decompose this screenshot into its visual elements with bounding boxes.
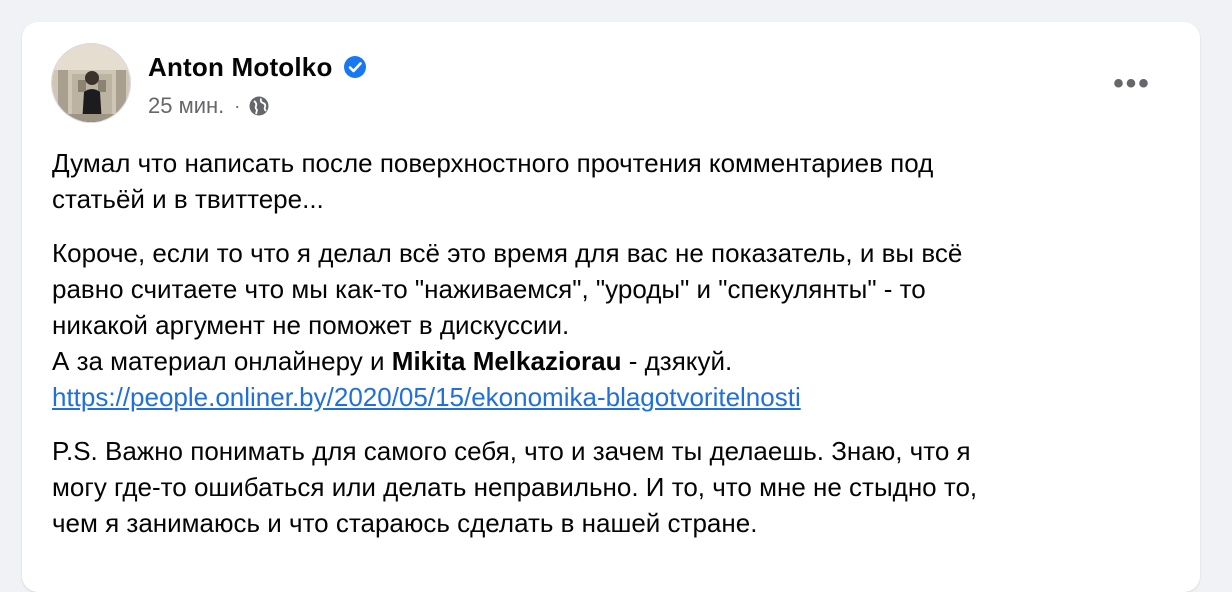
text-line: Думал что написать после поверхностного … (52, 148, 934, 178)
mention-link[interactable]: Mikita Melkaziorau (392, 346, 622, 376)
meta-separator: · (234, 95, 241, 116)
post-card: Anton Motolko 25 мин. · ••• Думал что на… (22, 22, 1200, 592)
more-horizontal-icon: ••• (1113, 67, 1151, 100)
post-timestamp[interactable]: 25 мин. (148, 93, 224, 119)
post-paragraph-2: Короче, если то что я делал всё это врем… (52, 235, 1152, 415)
globe-icon[interactable] (248, 95, 270, 117)
text-fragment: А за материал онлайнеру и (52, 346, 392, 376)
post-paragraph-3: P.S. Важно понимать для самого себя, что… (52, 433, 1152, 541)
article-link[interactable]: https://people.onliner.by/2020/05/15/eko… (52, 382, 801, 412)
post-body: Думал что написать после поверхностного … (52, 145, 1152, 559)
text-line-with-mention: А за материал онлайнеру и Mikita Melkazi… (52, 343, 1152, 379)
text-fragment: - дзякуй. (621, 346, 733, 376)
text-line: Короче, если то что я делал всё это врем… (52, 238, 963, 268)
verified-badge-icon (343, 55, 367, 79)
text-line: P.S. Важно понимать для самого себя, что… (52, 436, 971, 466)
avatar[interactable] (51, 43, 131, 123)
post-paragraph-1: Думал что написать после поверхностного … (52, 145, 1152, 217)
text-line: равно считаете что мы как-то "наживаемся… (52, 274, 926, 304)
post-meta: 25 мин. · (148, 92, 270, 120)
text-line: статьёй и в твиттере... (52, 184, 324, 214)
text-line: могу где-то ошибаться или делать неправи… (52, 472, 978, 502)
text-line: никакой аргумент не поможет в дискуссии. (52, 310, 570, 340)
author-row: Anton Motolko (148, 52, 367, 82)
avatar-photo (52, 44, 130, 122)
more-options-button[interactable]: ••• (1104, 64, 1160, 104)
text-line: https://people.onliner.by/2020/05/15/eko… (52, 379, 1152, 415)
author-name[interactable]: Anton Motolko (148, 52, 333, 83)
text-line: чем я занимаюсь и что стараюсь сделать в… (52, 508, 758, 538)
